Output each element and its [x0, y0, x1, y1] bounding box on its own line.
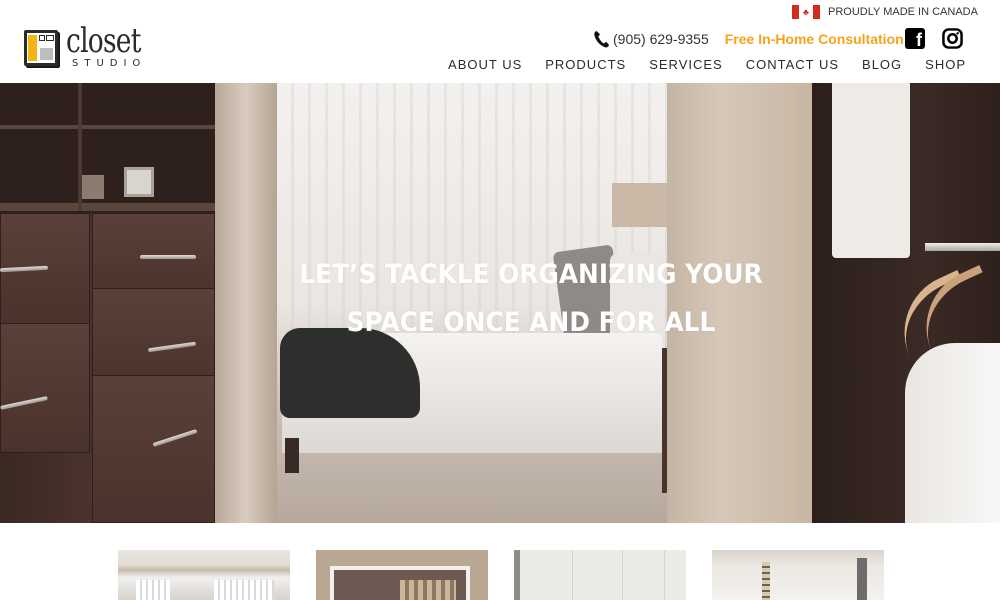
nav-about-us[interactable]: ABOUT US [448, 57, 522, 72]
hero-shirts [905, 343, 1000, 523]
nav-blog[interactable]: BLOG [862, 57, 902, 72]
logo-word: closet [66, 21, 141, 61]
hero-hanging-shirt [832, 83, 910, 258]
product-thumbnails [0, 550, 1000, 600]
logo-icon [24, 26, 60, 67]
hero-headline-line2: SPACE ONCE AND FOR ALL [346, 307, 716, 338]
phone-link[interactable]: (905) 629-9355 [613, 31, 709, 47]
hero-photo-frame [124, 167, 154, 197]
nav-products[interactable]: PRODUCTS [545, 57, 626, 72]
hero-closet-rod [925, 243, 1000, 251]
facebook-icon[interactable]: f [905, 28, 925, 50]
hero-shelf [0, 125, 215, 129]
contact-row: (905) 629-9355 Free In-Home Consultation… [592, 28, 963, 50]
thumbnail-pendant-closet[interactable] [712, 550, 884, 600]
hero-headline: LET’S TACKLE ORGANIZING YOUR SPACE ONCE … [0, 251, 1000, 347]
hero-shelves [0, 83, 215, 213]
thumbnail-reach-in-closet[interactable] [316, 550, 488, 600]
nav-contact-us[interactable]: CONTACT US [746, 57, 839, 72]
logo-link[interactable]: closet STUDIO [24, 21, 186, 69]
made-in-canada: ♣ PROUDLY MADE IN CANADA [792, 5, 978, 19]
hero-headline-line1: LET’S TACKLE ORGANIZING YOUR [299, 259, 763, 290]
hero-shelf [0, 203, 215, 211]
site-header: closet STUDIO ♣ PROUDLY MADE IN CANADA (… [0, 0, 1000, 83]
logo-wordmark: closet STUDIO [66, 21, 186, 69]
hero-box [82, 175, 104, 199]
hero-lamp [612, 183, 668, 227]
made-in-text: PROUDLY MADE IN CANADA [828, 6, 978, 18]
instagram-icon[interactable] [942, 28, 963, 49]
hero-bed-leg [285, 438, 299, 473]
phone-icon [594, 30, 610, 48]
main-nav: ABOUT US PRODUCTS SERVICES CONTACT US BL… [425, 57, 966, 72]
canada-flag-icon: ♣ [792, 5, 820, 19]
thumbnail-wardrobe[interactable] [514, 550, 686, 600]
hero-banner: LET’S TACKLE ORGANIZING YOUR SPACE ONCE … [0, 83, 1000, 523]
thumbnail-walk-in-closet[interactable] [118, 550, 290, 600]
nav-services[interactable]: SERVICES [649, 57, 723, 72]
hero-drawer [92, 375, 215, 523]
free-consultation-link[interactable]: Free In-Home Consultation [725, 31, 904, 47]
nav-shop[interactable]: SHOP [925, 57, 966, 72]
